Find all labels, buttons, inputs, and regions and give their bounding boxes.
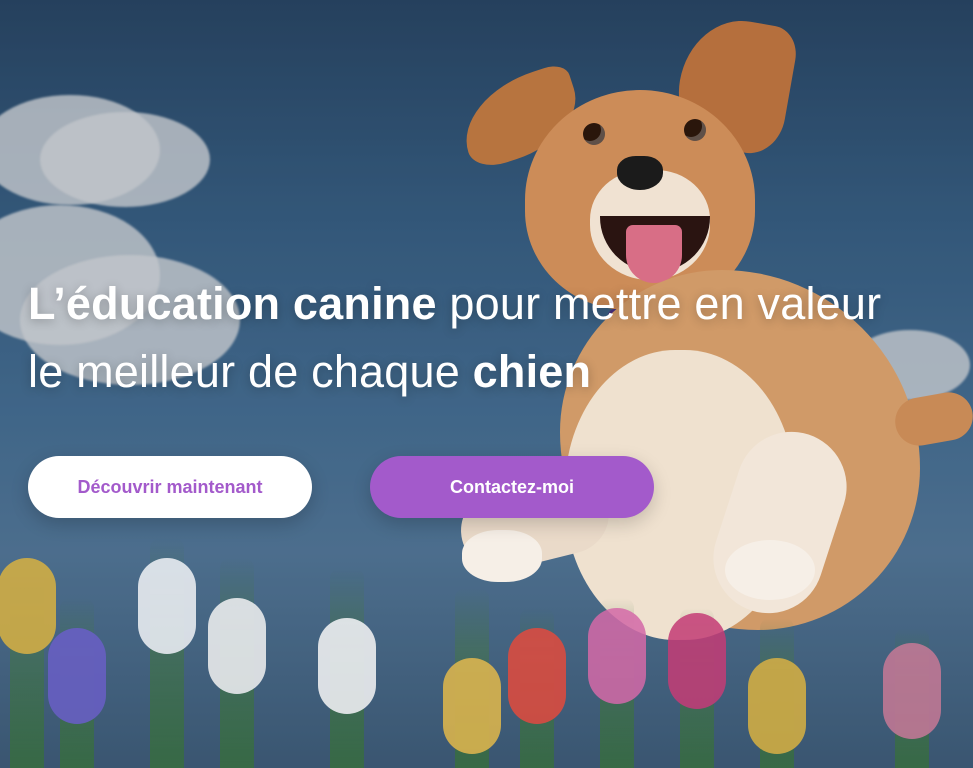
hero-section: L’éducation canine pour mettre en valeur… (0, 0, 973, 768)
flower-bloom (318, 618, 376, 714)
headline-line2-lead: le meilleur de chaque (28, 346, 473, 397)
dog-paw-left (462, 530, 542, 582)
headline-line1-strong: L’éducation canine (28, 278, 437, 329)
contact-button[interactable]: Contactez-moi (370, 456, 654, 518)
flower-bloom (138, 558, 196, 654)
flower-stem (318, 568, 376, 768)
flower-stem (208, 558, 266, 768)
dog-eye-left (583, 123, 605, 145)
flower-bloom (208, 598, 266, 694)
flower-bloom (0, 558, 56, 654)
dog-paw-right (725, 540, 815, 600)
cloud-2 (40, 112, 210, 207)
flower-bloom (48, 628, 106, 724)
flower-stem (138, 538, 196, 768)
dog-eye-right (684, 119, 706, 141)
headline-line2-strong: chien (472, 346, 592, 397)
hero-headline: L’éducation canine pour mettre en valeur… (28, 270, 958, 406)
cta-row: Découvrir maintenant Contactez-moi (28, 456, 654, 518)
flower-stem (0, 558, 56, 768)
hero-content: L’éducation canine pour mettre en valeur… (28, 270, 958, 518)
discover-button[interactable]: Découvrir maintenant (28, 456, 312, 518)
headline-line1-rest: pour mettre en valeur (436, 278, 882, 329)
dog-nose (617, 156, 663, 190)
flower-stem (48, 598, 106, 768)
